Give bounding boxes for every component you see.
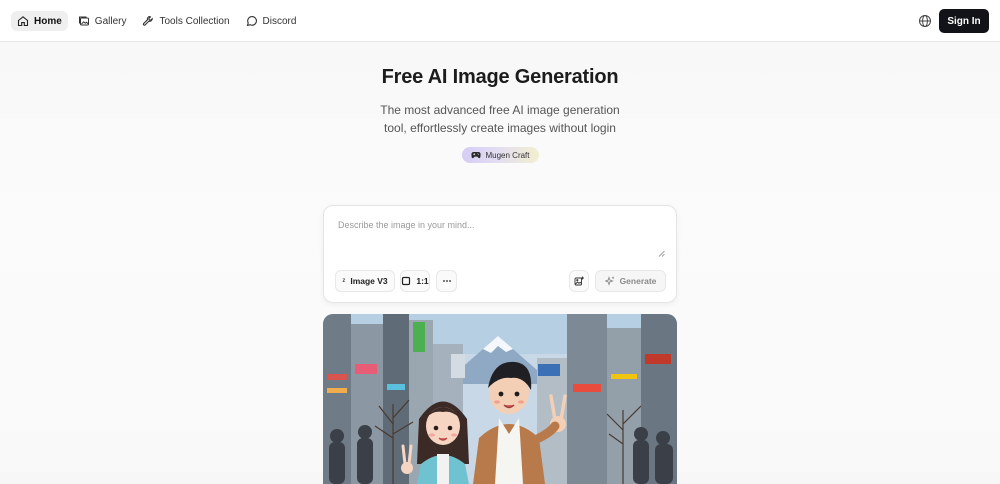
globe-icon[interactable] xyxy=(918,14,932,28)
sparkles-icon xyxy=(604,276,614,286)
generate-label: Generate xyxy=(619,276,657,286)
wrench-icon xyxy=(143,16,154,26)
sign-in-button[interactable]: Sign In xyxy=(939,9,989,33)
nav-tools-label: Tools Collection xyxy=(159,15,230,27)
nav-home-label: Home xyxy=(34,15,62,27)
mugen-craft-badge[interactable]: Mugen Craft xyxy=(462,147,539,163)
nav-discord[interactable]: Discord xyxy=(240,11,303,31)
model-logo-icon: z xyxy=(342,278,346,284)
more-options-button[interactable] xyxy=(436,270,457,292)
aspect-ratio-label: 1:1 xyxy=(416,276,429,286)
main-nav: Home Gallery Tools Collection Discord xyxy=(11,11,302,31)
aspect-ratio-selector[interactable]: 1:1 xyxy=(400,270,430,292)
page-title: Free AI Image Generation xyxy=(381,66,619,88)
chat-bubble-icon xyxy=(246,16,257,27)
nav-tools-collection[interactable]: Tools Collection xyxy=(136,11,235,31)
top-navbar: Home Gallery Tools Collection Discord Si… xyxy=(0,0,1000,42)
nav-discord-label: Discord xyxy=(262,15,297,27)
home-icon xyxy=(17,16,29,27)
prompt-card: z Image V3 1:1 Generate xyxy=(323,205,677,303)
resize-handle-icon[interactable] xyxy=(658,250,665,257)
more-dots-icon xyxy=(442,280,451,282)
badge-label: Mugen Craft xyxy=(485,150,530,160)
nav-home[interactable]: Home xyxy=(11,11,68,31)
nav-gallery-label: Gallery xyxy=(94,15,127,27)
gamepad-icon xyxy=(471,151,482,159)
image-upload-button[interactable] xyxy=(569,270,589,292)
gallery-icon xyxy=(78,16,89,26)
square-icon xyxy=(402,276,411,286)
model-selector[interactable]: z Image V3 xyxy=(335,270,395,292)
example-image xyxy=(323,314,677,484)
nav-gallery[interactable]: Gallery xyxy=(72,11,133,31)
prompt-input[interactable] xyxy=(336,218,670,264)
page-subtitle: The most advanced free AI image generati… xyxy=(380,103,620,135)
image-plus-icon xyxy=(574,276,584,286)
generate-button[interactable]: Generate xyxy=(595,270,666,292)
example-illustration xyxy=(323,314,677,484)
model-label: Image V3 xyxy=(350,276,388,286)
